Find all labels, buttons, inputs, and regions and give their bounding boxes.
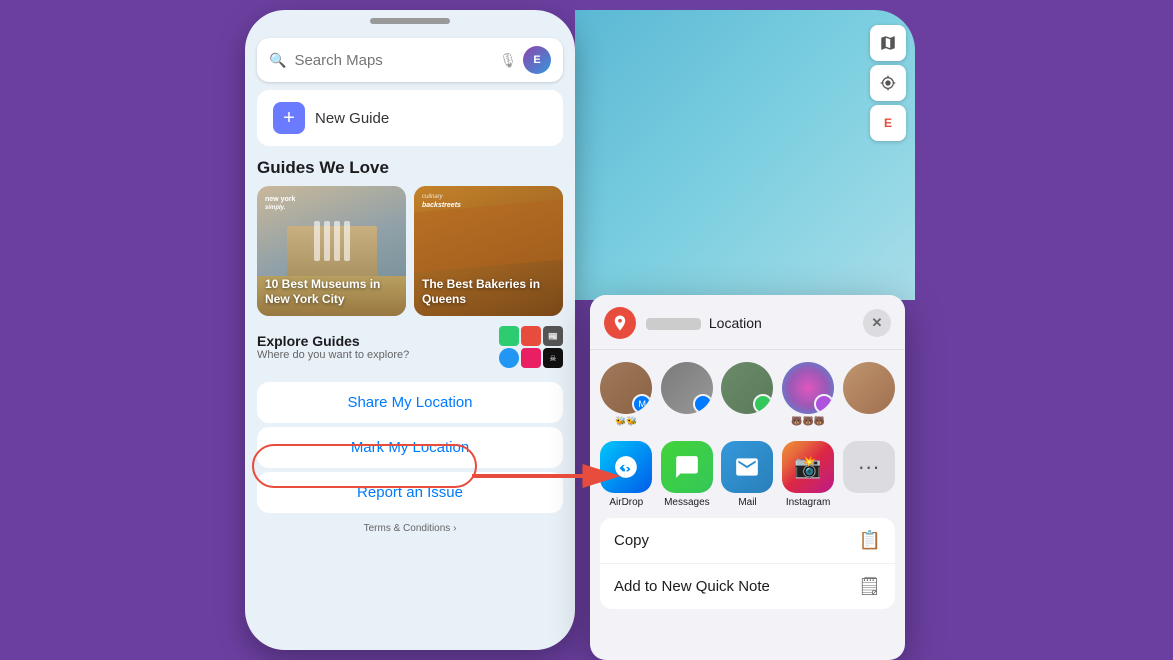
- apps-row: AirDrop Messages Mail 📸: [590, 435, 905, 514]
- phone-notch: [370, 18, 450, 24]
- share-arrow: [466, 450, 634, 508]
- contact-item-1[interactable]: M 🐝🐝: [600, 362, 653, 427]
- map-area: [575, 10, 915, 300]
- museums-card-title: 10 Best Museums in New York City: [265, 277, 398, 308]
- contact-avatar-2: [661, 362, 713, 414]
- more-icon: ···: [843, 441, 895, 493]
- share-my-location-button[interactable]: Share My Location: [257, 382, 563, 423]
- contact-badge-4: [814, 394, 834, 414]
- contact-emoji-1: 🐝🐝: [615, 416, 637, 427]
- new-guide-button[interactable]: + New Guide: [257, 90, 563, 146]
- contact-badge-2: [693, 394, 713, 414]
- terms-link[interactable]: Terms & Conditions ›: [245, 517, 575, 540]
- search-icon: 🔍: [269, 52, 286, 69]
- contact-item-4[interactable]: 🐻🐻🐻: [782, 362, 835, 427]
- share-highlight-circle: [252, 444, 477, 488]
- close-button[interactable]: ✕: [863, 309, 891, 337]
- compass-button[interactable]: E: [870, 105, 906, 141]
- map-view-button[interactable]: [870, 25, 906, 61]
- search-input[interactable]: [294, 52, 499, 69]
- explore-icons: 📰 ☠: [499, 326, 563, 368]
- explore-icon-1: [499, 326, 519, 346]
- explore-subtitle: Where do you want to explore?: [257, 349, 409, 361]
- search-bar[interactable]: 🔍 🎙 E: [257, 38, 563, 82]
- copy-icon: 📋: [859, 530, 881, 551]
- contact-badge-3: [753, 394, 773, 414]
- explore-icon-6: ☠: [543, 348, 563, 368]
- contact-emoji-4: 🐻🐻🐻: [791, 416, 825, 427]
- explore-icon-5: [521, 348, 541, 368]
- mail-label: Mail: [738, 497, 756, 508]
- quick-note-icon: 🗒: [858, 576, 881, 597]
- app-item-messages[interactable]: Messages: [661, 441, 714, 508]
- phone-frame: 🔍 🎙 E + New Guide Guides We Love: [245, 10, 575, 650]
- location-button[interactable]: [870, 65, 906, 101]
- contact-item-2[interactable]: [661, 362, 714, 427]
- avatar[interactable]: E: [523, 46, 551, 74]
- messages-icon: [661, 441, 713, 493]
- screenshot-container: E 🔍 🎙 E + New Guide Guides We Love: [0, 0, 1173, 659]
- explore-icon-4: [499, 348, 519, 368]
- instagram-icon: 📸: [782, 441, 834, 493]
- action-items-list: Copy 📋 Add to New Quick Note 🗒: [600, 518, 895, 609]
- app-item-instagram[interactable]: 📸 Instagram: [782, 441, 835, 508]
- guides-grid: new yorksimply. 10 Best Museums in New Y…: [257, 186, 563, 316]
- new-guide-label: New Guide: [315, 110, 389, 127]
- explore-section: Explore Guides Where do you want to expl…: [245, 316, 575, 378]
- contact-avatar-4: [782, 362, 834, 414]
- copy-action[interactable]: Copy 📋: [600, 518, 895, 564]
- contact-item-3[interactable]: [721, 362, 774, 427]
- share-title-blurred: [646, 318, 701, 330]
- contact-badge-1: M: [632, 394, 652, 414]
- messages-label: Messages: [664, 497, 710, 508]
- contact-avatar-5: [843, 362, 895, 414]
- contact-item-5[interactable]: [842, 362, 895, 427]
- contacts-row: M 🐝🐝 🐻🐻🐻: [590, 350, 905, 435]
- app-item-more[interactable]: ···: [842, 441, 895, 508]
- contact-avatar-1: M: [600, 362, 652, 414]
- quick-note-action[interactable]: Add to New Quick Note 🗒: [600, 564, 895, 609]
- mail-icon: [721, 441, 773, 493]
- explore-icon-2: [521, 326, 541, 346]
- new-guide-icon: +: [273, 102, 305, 134]
- explore-title: Explore Guides: [257, 333, 409, 349]
- copy-label: Copy: [614, 532, 649, 549]
- guides-title: Guides We Love: [257, 158, 563, 178]
- guides-section: Guides We Love: [245, 158, 575, 316]
- guide-card-museums[interactable]: new yorksimply. 10 Best Museums in New Y…: [257, 186, 406, 316]
- explore-text: Explore Guides Where do you want to expl…: [257, 333, 409, 361]
- app-item-mail[interactable]: Mail: [721, 441, 774, 508]
- share-location-icon: [604, 307, 636, 339]
- quick-note-label: Add to New Quick Note: [614, 578, 770, 595]
- microphone-icon[interactable]: 🎙: [499, 52, 517, 69]
- contact-avatar-3: [721, 362, 773, 414]
- share-title: Location: [646, 315, 863, 331]
- instagram-label: Instagram: [786, 497, 830, 508]
- share-header: Location ✕: [590, 295, 905, 350]
- bakeries-card-title: The Best Bakeries in Queens: [422, 277, 555, 308]
- guide-card-bakeries[interactable]: culinary backstreets The Best Bakeries i…: [414, 186, 563, 316]
- explore-icon-3: 📰: [543, 326, 563, 346]
- share-sheet: Location ✕ M 🐝🐝: [590, 295, 905, 660]
